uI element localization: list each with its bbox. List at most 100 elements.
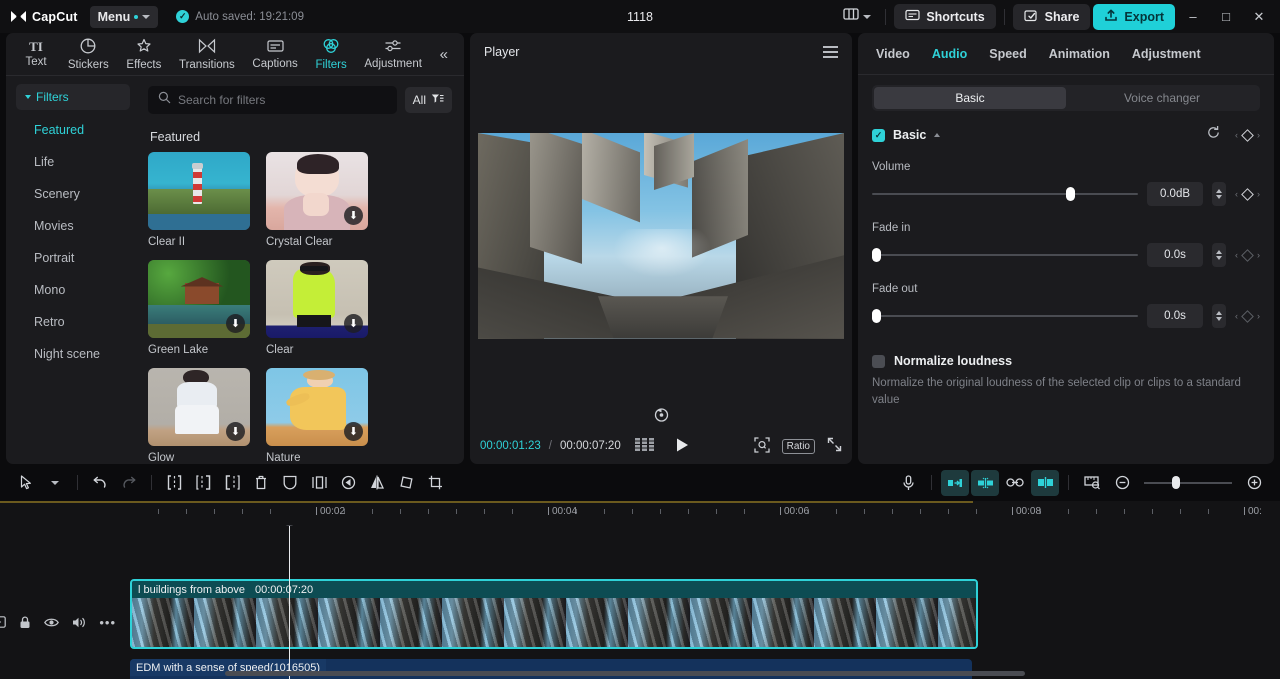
keyframe-prev-icon[interactable]: ‹: [1235, 130, 1238, 140]
menu-button[interactable]: Menu: [89, 5, 159, 28]
slider-knob[interactable]: [872, 248, 881, 262]
lock-icon[interactable]: [19, 615, 31, 629]
download-icon[interactable]: ⬇: [344, 206, 363, 225]
keyframe-next-icon[interactable]: ›: [1257, 130, 1260, 140]
volume-slider[interactable]: [872, 187, 1138, 201]
tab-stickers[interactable]: Stickers: [60, 35, 117, 74]
tab-audio[interactable]: Audio: [932, 47, 967, 61]
speaker-icon[interactable]: [72, 616, 86, 629]
normalize-checkbox[interactable]: [872, 354, 885, 368]
select-tool-button[interactable]: [12, 470, 40, 496]
preview-axis-button[interactable]: [1078, 470, 1106, 496]
tab-effects[interactable]: Effects: [119, 35, 170, 74]
category-item-retro[interactable]: Retro: [16, 306, 130, 338]
keyframe-add-icon[interactable]: [1241, 187, 1254, 201]
shortcuts-button[interactable]: Shortcuts: [894, 4, 996, 29]
download-icon[interactable]: ⬇: [344, 314, 363, 333]
mask-button[interactable]: [276, 470, 304, 496]
layout-button[interactable]: [837, 3, 877, 30]
tab-filters[interactable]: Filters: [308, 35, 355, 74]
maximize-button[interactable]: □: [1211, 4, 1241, 30]
slider-knob[interactable]: [872, 309, 881, 323]
tab-captions[interactable]: Captions: [245, 36, 306, 73]
export-button[interactable]: Export: [1093, 3, 1175, 30]
fade-out-slider[interactable]: [872, 309, 1138, 323]
search-input[interactable]: [178, 93, 387, 107]
fade-out-stepper[interactable]: [1212, 304, 1226, 328]
keyframe-add-icon[interactable]: [1241, 248, 1254, 262]
trim-right-button[interactable]: [218, 470, 246, 496]
select-tool-dropdown[interactable]: [41, 470, 69, 496]
video-preview[interactable]: [478, 132, 844, 339]
basic-enable-checkbox[interactable]: ✓: [872, 128, 885, 142]
video-track-icon[interactable]: [0, 616, 7, 628]
tab-animation[interactable]: Animation: [1049, 47, 1110, 61]
frame-list-icon[interactable]: [634, 438, 654, 454]
player-menu-icon[interactable]: [823, 46, 838, 58]
filter-item-glow[interactable]: ⬇ Glow: [148, 368, 250, 464]
freeze-button[interactable]: [305, 470, 333, 496]
download-icon[interactable]: ⬇: [344, 422, 363, 441]
keyframe-add-icon[interactable]: [1241, 128, 1254, 142]
timeline-zoom-slider[interactable]: [1144, 476, 1232, 490]
keyframe-prev-icon[interactable]: ‹: [1235, 189, 1238, 199]
keyframe-prev-icon[interactable]: ‹: [1235, 250, 1238, 260]
tab-text[interactable]: TI Text: [14, 37, 58, 71]
more-icon[interactable]: •••: [99, 615, 116, 630]
filter-item-green-lake[interactable]: ⬇ Green Lake: [148, 260, 250, 356]
category-item-movies[interactable]: Movies: [16, 210, 130, 242]
playhead-handle[interactable]: [283, 525, 296, 526]
tab-speed[interactable]: Speed: [989, 47, 1027, 61]
volume-value[interactable]: 0.0dB: [1147, 182, 1203, 206]
auto-snap-button[interactable]: [971, 469, 999, 496]
record-voiceover-button[interactable]: [894, 470, 922, 496]
collapse-panel-button[interactable]: «: [432, 46, 456, 63]
eye-icon[interactable]: [44, 617, 60, 628]
crop-button[interactable]: [421, 470, 449, 496]
keyframe-prev-icon[interactable]: ‹: [1235, 311, 1238, 321]
playhead[interactable]: [283, 525, 296, 679]
slider-knob[interactable]: [1172, 476, 1180, 489]
category-item-mono[interactable]: Mono: [16, 274, 130, 306]
filter-item-clear-ii[interactable]: Clear II: [148, 152, 250, 248]
split-button[interactable]: [160, 470, 188, 496]
zoom-in-button[interactable]: [1240, 470, 1268, 496]
fit-to-screen-icon[interactable]: [753, 436, 770, 456]
keyframe-next-icon[interactable]: ›: [1257, 189, 1260, 199]
subtab-basic[interactable]: Basic: [874, 87, 1066, 109]
trim-left-button[interactable]: [189, 470, 217, 496]
category-header-filters[interactable]: Filters: [16, 84, 130, 110]
share-button[interactable]: Share: [1012, 3, 1091, 30]
link-clip-button[interactable]: [1001, 470, 1029, 496]
category-item-scenery[interactable]: Scenery: [16, 178, 130, 210]
keyframe-next-icon[interactable]: ›: [1257, 311, 1260, 321]
delete-button[interactable]: [247, 470, 275, 496]
category-item-featured[interactable]: Featured: [16, 114, 130, 146]
close-button[interactable]: ✕: [1244, 4, 1274, 30]
chevron-up-icon[interactable]: [934, 133, 941, 137]
tab-adjustment[interactable]: Adjustment: [1132, 47, 1201, 61]
filter-item-clear[interactable]: ⬇ Clear: [266, 260, 368, 356]
tab-adjustment[interactable]: Adjustment: [357, 36, 430, 73]
filter-all-button[interactable]: All: [404, 87, 452, 113]
mirror-button[interactable]: [363, 470, 391, 496]
keyframe-next-icon[interactable]: ›: [1257, 250, 1260, 260]
fullscreen-icon[interactable]: [827, 437, 842, 455]
tab-video[interactable]: Video: [876, 47, 910, 61]
minimize-button[interactable]: –: [1178, 4, 1208, 30]
rotate-button[interactable]: [392, 470, 420, 496]
category-item-night-scene[interactable]: Night scene: [16, 338, 130, 370]
ratio-button[interactable]: Ratio: [781, 438, 815, 454]
fade-in-stepper[interactable]: [1212, 243, 1226, 267]
timeline-ruler[interactable]: 00:02 00:04 00:06 00:08 00:: [0, 501, 1280, 525]
download-icon[interactable]: ⬇: [226, 422, 245, 441]
slider-knob[interactable]: [1066, 187, 1076, 201]
volume-stepper[interactable]: [1212, 182, 1226, 206]
video-clip[interactable]: l buildings from above 00:00:07:20: [130, 579, 978, 649]
audio-clip[interactable]: EDM with a sense of speed(1016505): [130, 659, 972, 679]
keyframe-add-icon[interactable]: [1241, 309, 1254, 323]
mix-align-button[interactable]: [1031, 469, 1059, 496]
tab-transitions[interactable]: Transitions: [171, 35, 242, 74]
zoom-out-button[interactable]: [1108, 470, 1136, 496]
fade-in-value[interactable]: 0.0s: [1147, 243, 1203, 267]
